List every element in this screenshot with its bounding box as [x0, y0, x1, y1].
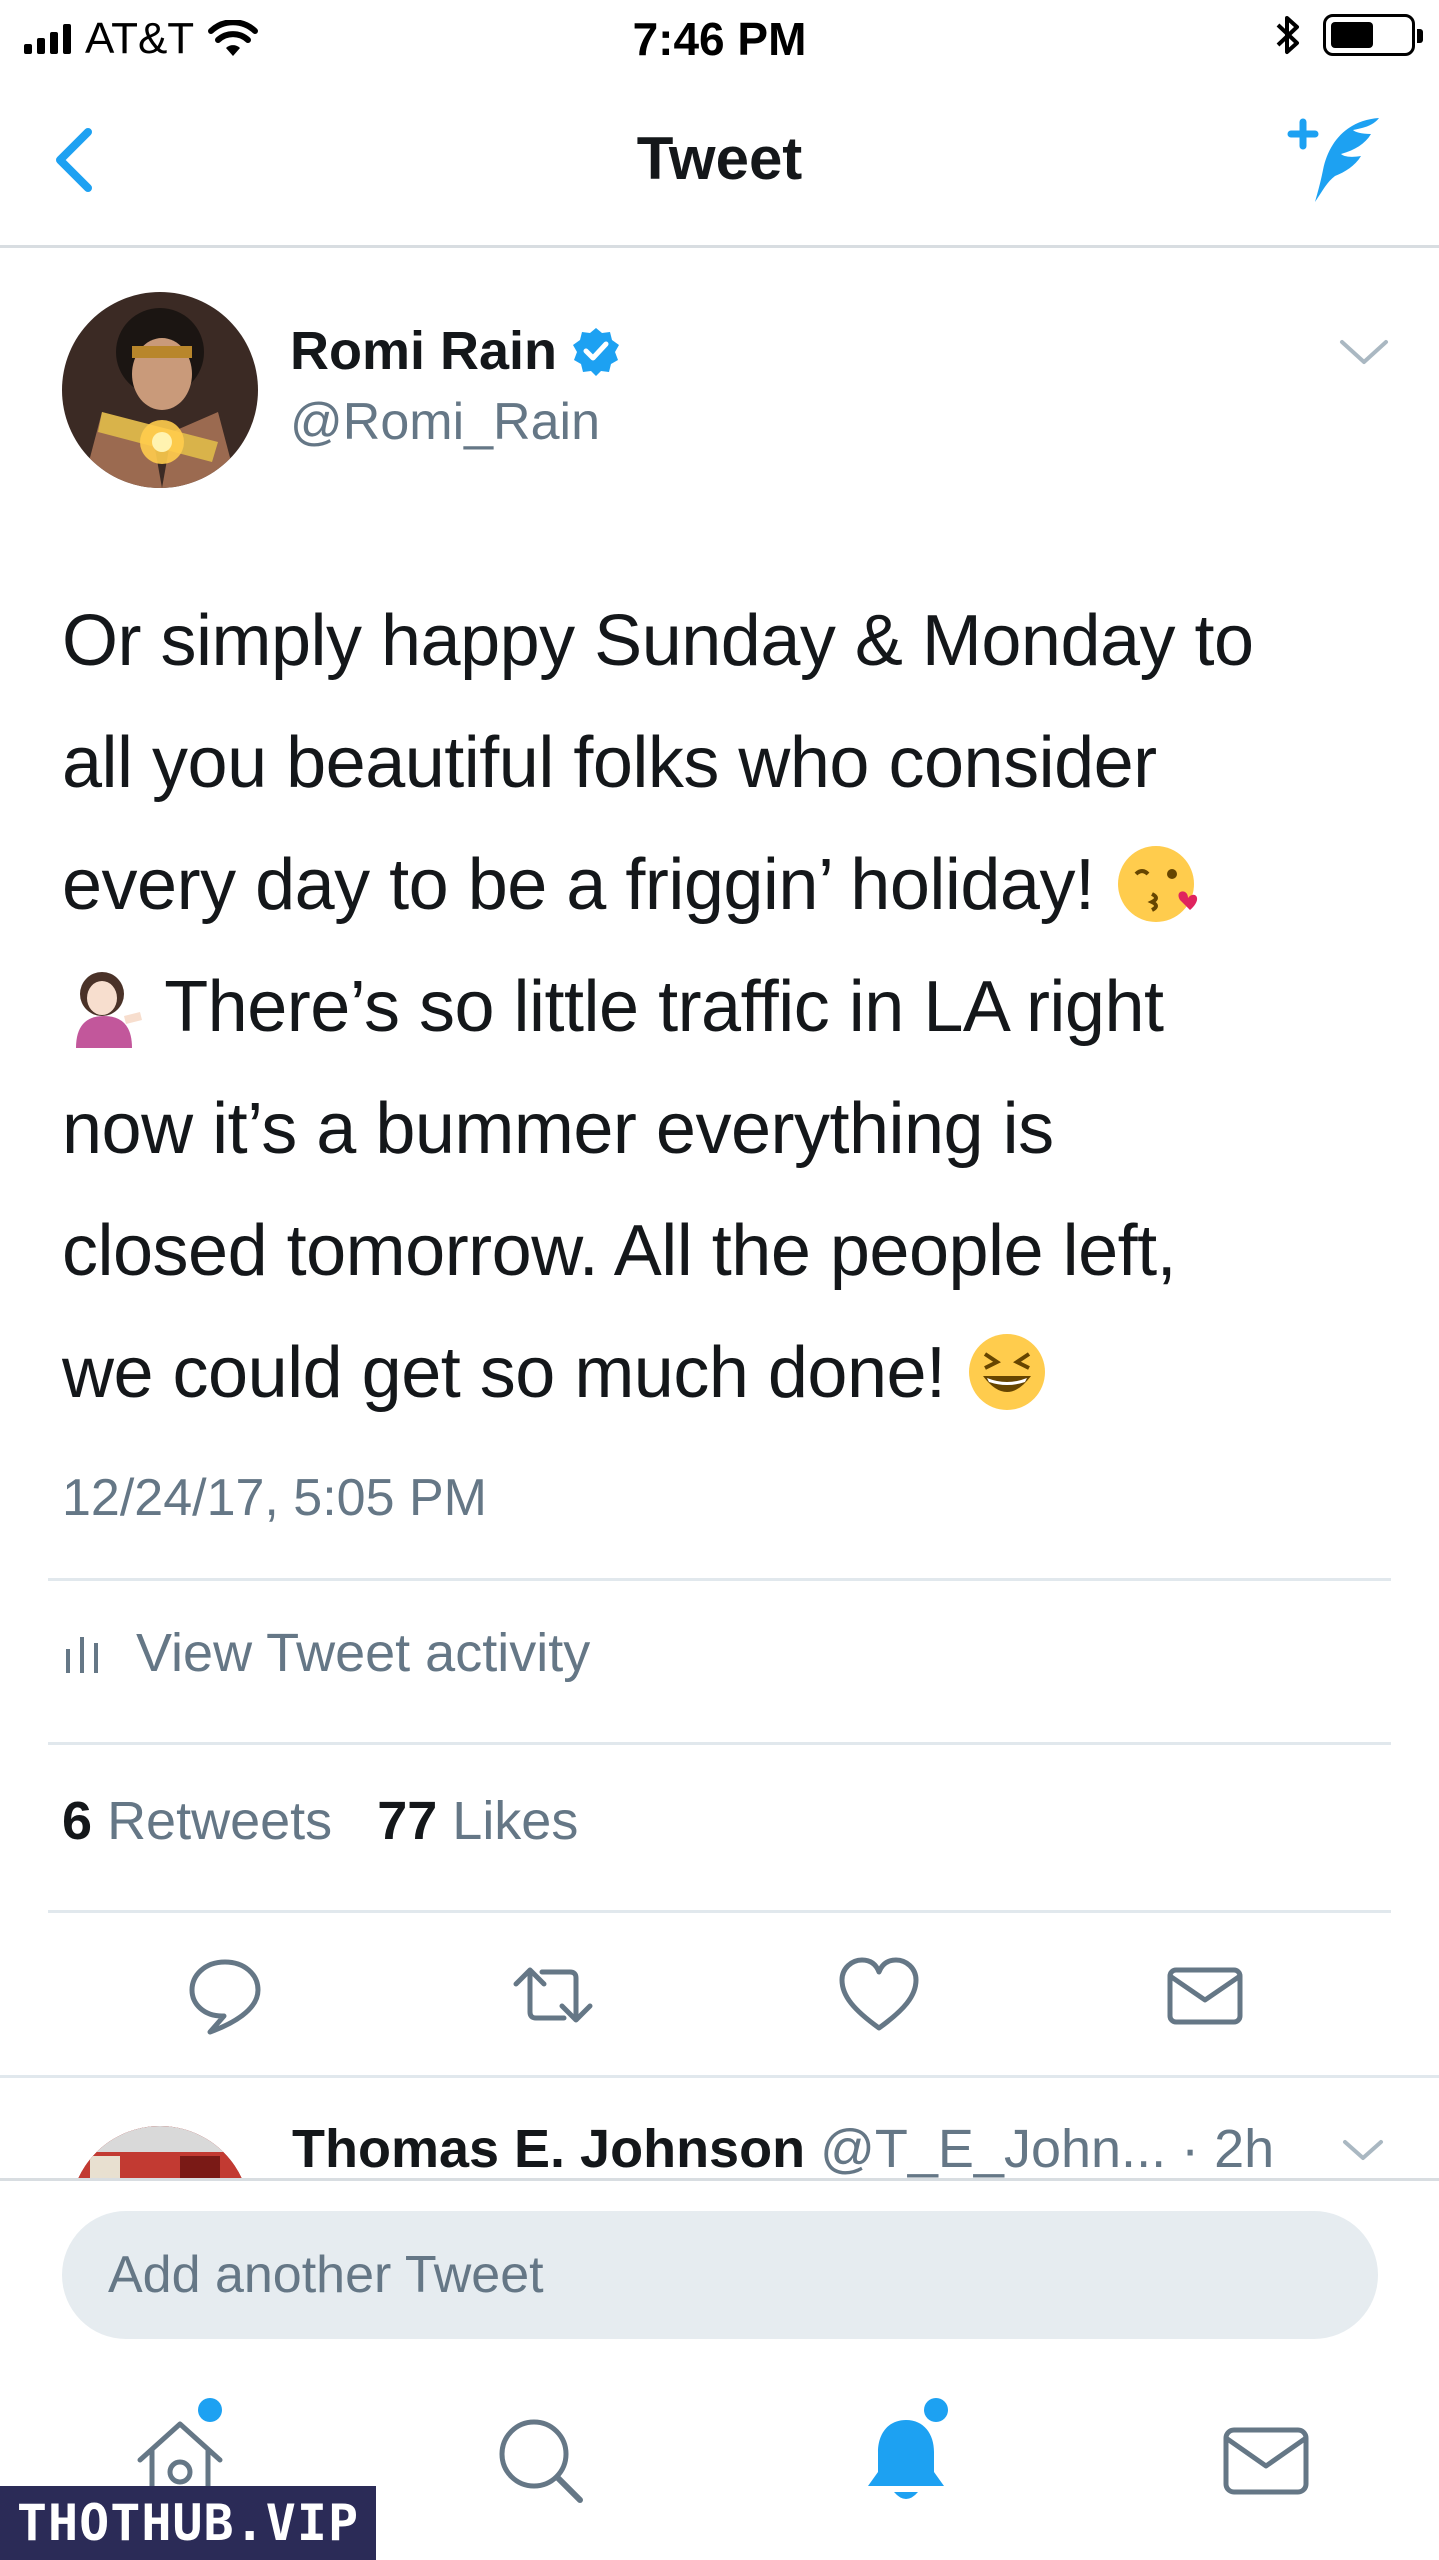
reply-age: · 2h [1181, 2119, 1275, 2178]
tweet-text-line: Or simply happy Sunday & Monday to [62, 601, 1254, 681]
retweet-label[interactable]: Retweets [107, 1791, 332, 1851]
home-notification-dot [198, 2398, 222, 2422]
verified-badge-icon [573, 328, 620, 376]
tweet-timestamp: 12/24/17, 5:05 PM [62, 1469, 487, 1527]
reply-author-name[interactable]: Thomas E. Johnson [292, 2119, 805, 2178]
search-icon[interactable] [490, 2410, 590, 2510]
divider [48, 1578, 1391, 1581]
chevron-down-icon[interactable] [1341, 2134, 1385, 2166]
tweet-text-line: closed tomorrow. All the people left, [62, 1211, 1177, 1291]
reply-author-handle[interactable]: @T_E_John... [820, 2119, 1166, 2178]
tweet-text-line: every day to be a friggin’ holiday! [62, 845, 1095, 925]
bluetooth-icon [1276, 16, 1299, 54]
reply-avatar[interactable] [70, 2126, 250, 2178]
notifications-bell-icon[interactable] [856, 2410, 956, 2510]
grinning-squinting-face-emoji-icon [969, 1333, 1046, 1410]
divider [48, 1910, 1391, 1913]
author-handle[interactable]: @Romi_Rain [290, 392, 600, 452]
watermark: THOTHUB.VIP [0, 2486, 376, 2560]
direct-message-icon[interactable] [1160, 1950, 1250, 2040]
battery-icon [1323, 14, 1423, 56]
status-bar: AT&T 7:46 PM [0, 0, 1439, 80]
reply-icon[interactable] [180, 1950, 270, 2040]
compose-tweet-icon[interactable] [1279, 110, 1389, 210]
tweet-stats: 6 Retweets 77 Likes [62, 1790, 578, 1852]
tweet-text-line: There’s so little traffic in LA right [164, 967, 1164, 1047]
activity-bars-icon [66, 1637, 98, 1673]
tweet-text: Or simply happy Sunday & Monday to all y… [62, 580, 1382, 1434]
likes-stat[interactable]: 77 Likes [377, 1791, 578, 1851]
author-name[interactable]: Romi Rain [290, 320, 621, 382]
reply-header: Thomas E. Johnson @T_E_John... · 2h [292, 2118, 1274, 2178]
reply-composer-bar: Add another Tweet [0, 2178, 1439, 2368]
chevron-down-icon[interactable] [1336, 332, 1392, 372]
like-count[interactable]: 77 [377, 1791, 437, 1851]
retweet-icon[interactable] [508, 1950, 598, 2040]
status-time: 7:46 PM [632, 13, 807, 65]
kissing-face-emoji-icon [1117, 845, 1198, 922]
avatar[interactable] [62, 292, 258, 488]
page-title: Tweet [636, 125, 803, 192]
retweet-count[interactable]: 6 [62, 1791, 92, 1851]
nav-bar: Tweet [0, 80, 1439, 248]
woman-tipping-hand-emoji-icon [76, 971, 142, 1048]
reply-preview[interactable]: Thomas E. Johnson @T_E_John... · 2h [0, 2078, 1439, 2178]
tweet-text-line: we could get so much done! [62, 1333, 946, 1413]
author-name-label[interactable]: Romi Rain [290, 320, 557, 382]
retweets-stat[interactable]: 6 Retweets [62, 1791, 332, 1851]
tweet-text-line: now it’s a bummer everything is [62, 1089, 1054, 1169]
activity-label[interactable]: View Tweet activity [136, 1622, 590, 1684]
tweet-text-line: all you beautiful folks who consider [62, 723, 1157, 803]
add-another-tweet-input[interactable]: Add another Tweet [62, 2211, 1378, 2339]
tweet-actions [0, 1950, 1439, 2040]
messages-icon[interactable] [1216, 2410, 1316, 2510]
tweet-author: Romi Rain @Romi_Rain [62, 292, 1392, 492]
status-right [1275, 14, 1423, 56]
like-label[interactable]: Likes [452, 1791, 578, 1851]
divider [48, 1742, 1391, 1745]
like-heart-icon[interactable] [834, 1950, 924, 2040]
notifications-dot [924, 2398, 948, 2422]
view-tweet-activity-link[interactable]: View Tweet activity [62, 1622, 590, 1684]
